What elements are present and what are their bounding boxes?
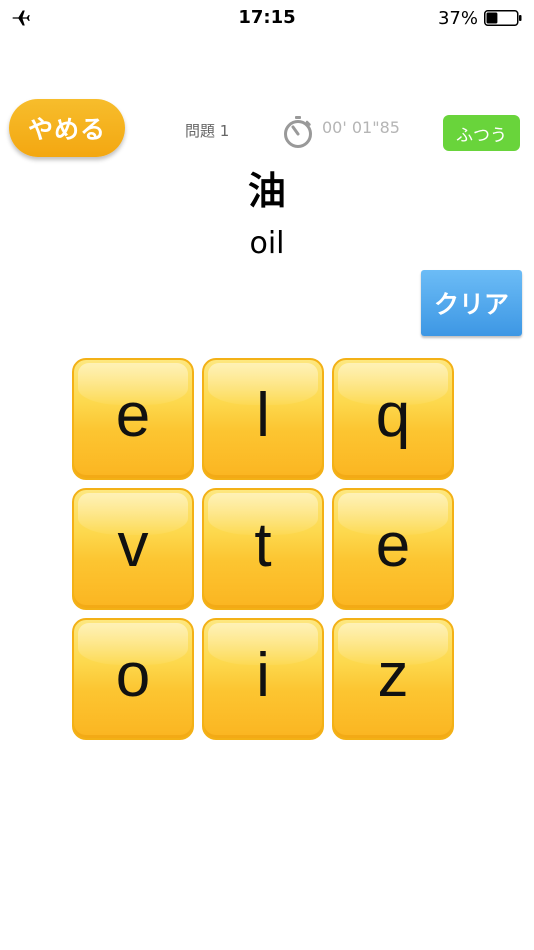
kanji-word: 油 <box>247 169 286 213</box>
english-word: oil <box>249 226 285 261</box>
quit-button[interactable]: やめる <box>9 99 125 157</box>
battery-icon <box>484 10 522 26</box>
letter-char: t <box>254 511 272 580</box>
letter-tile[interactable]: t <box>202 488 324 610</box>
letter-char: v <box>117 511 149 580</box>
letter-tile[interactable]: z <box>332 618 454 740</box>
difficulty-badge[interactable]: ふつう <box>443 115 520 151</box>
letter-char: l <box>256 381 270 450</box>
letter-char: o <box>115 641 151 710</box>
letter-char: e <box>375 511 411 580</box>
letter-char: z <box>377 641 409 710</box>
question-number: 問題 1 <box>185 122 230 140</box>
timer-display: 00' 01"85 <box>322 118 400 137</box>
letter-tile[interactable]: e <box>332 488 454 610</box>
letter-tile[interactable]: o <box>72 618 194 740</box>
letter-tile[interactable]: i <box>202 618 324 740</box>
letter-tile[interactable]: q <box>332 358 454 480</box>
letter-char: i <box>256 641 270 710</box>
letter-tile[interactable]: e <box>72 358 194 480</box>
battery-fill <box>486 12 498 24</box>
letter-grid: e l q v t e o i z <box>72 358 458 744</box>
letter-tile[interactable]: v <box>72 488 194 610</box>
stopwatch-icon <box>284 116 312 148</box>
letter-char: q <box>375 381 411 450</box>
letter-char: e <box>115 381 151 450</box>
clear-button[interactable]: クリア <box>421 270 522 336</box>
battery-percent: 37% <box>437 8 478 29</box>
letter-tile[interactable]: l <box>202 358 324 480</box>
status-bar: 17:15 37% <box>0 0 534 38</box>
